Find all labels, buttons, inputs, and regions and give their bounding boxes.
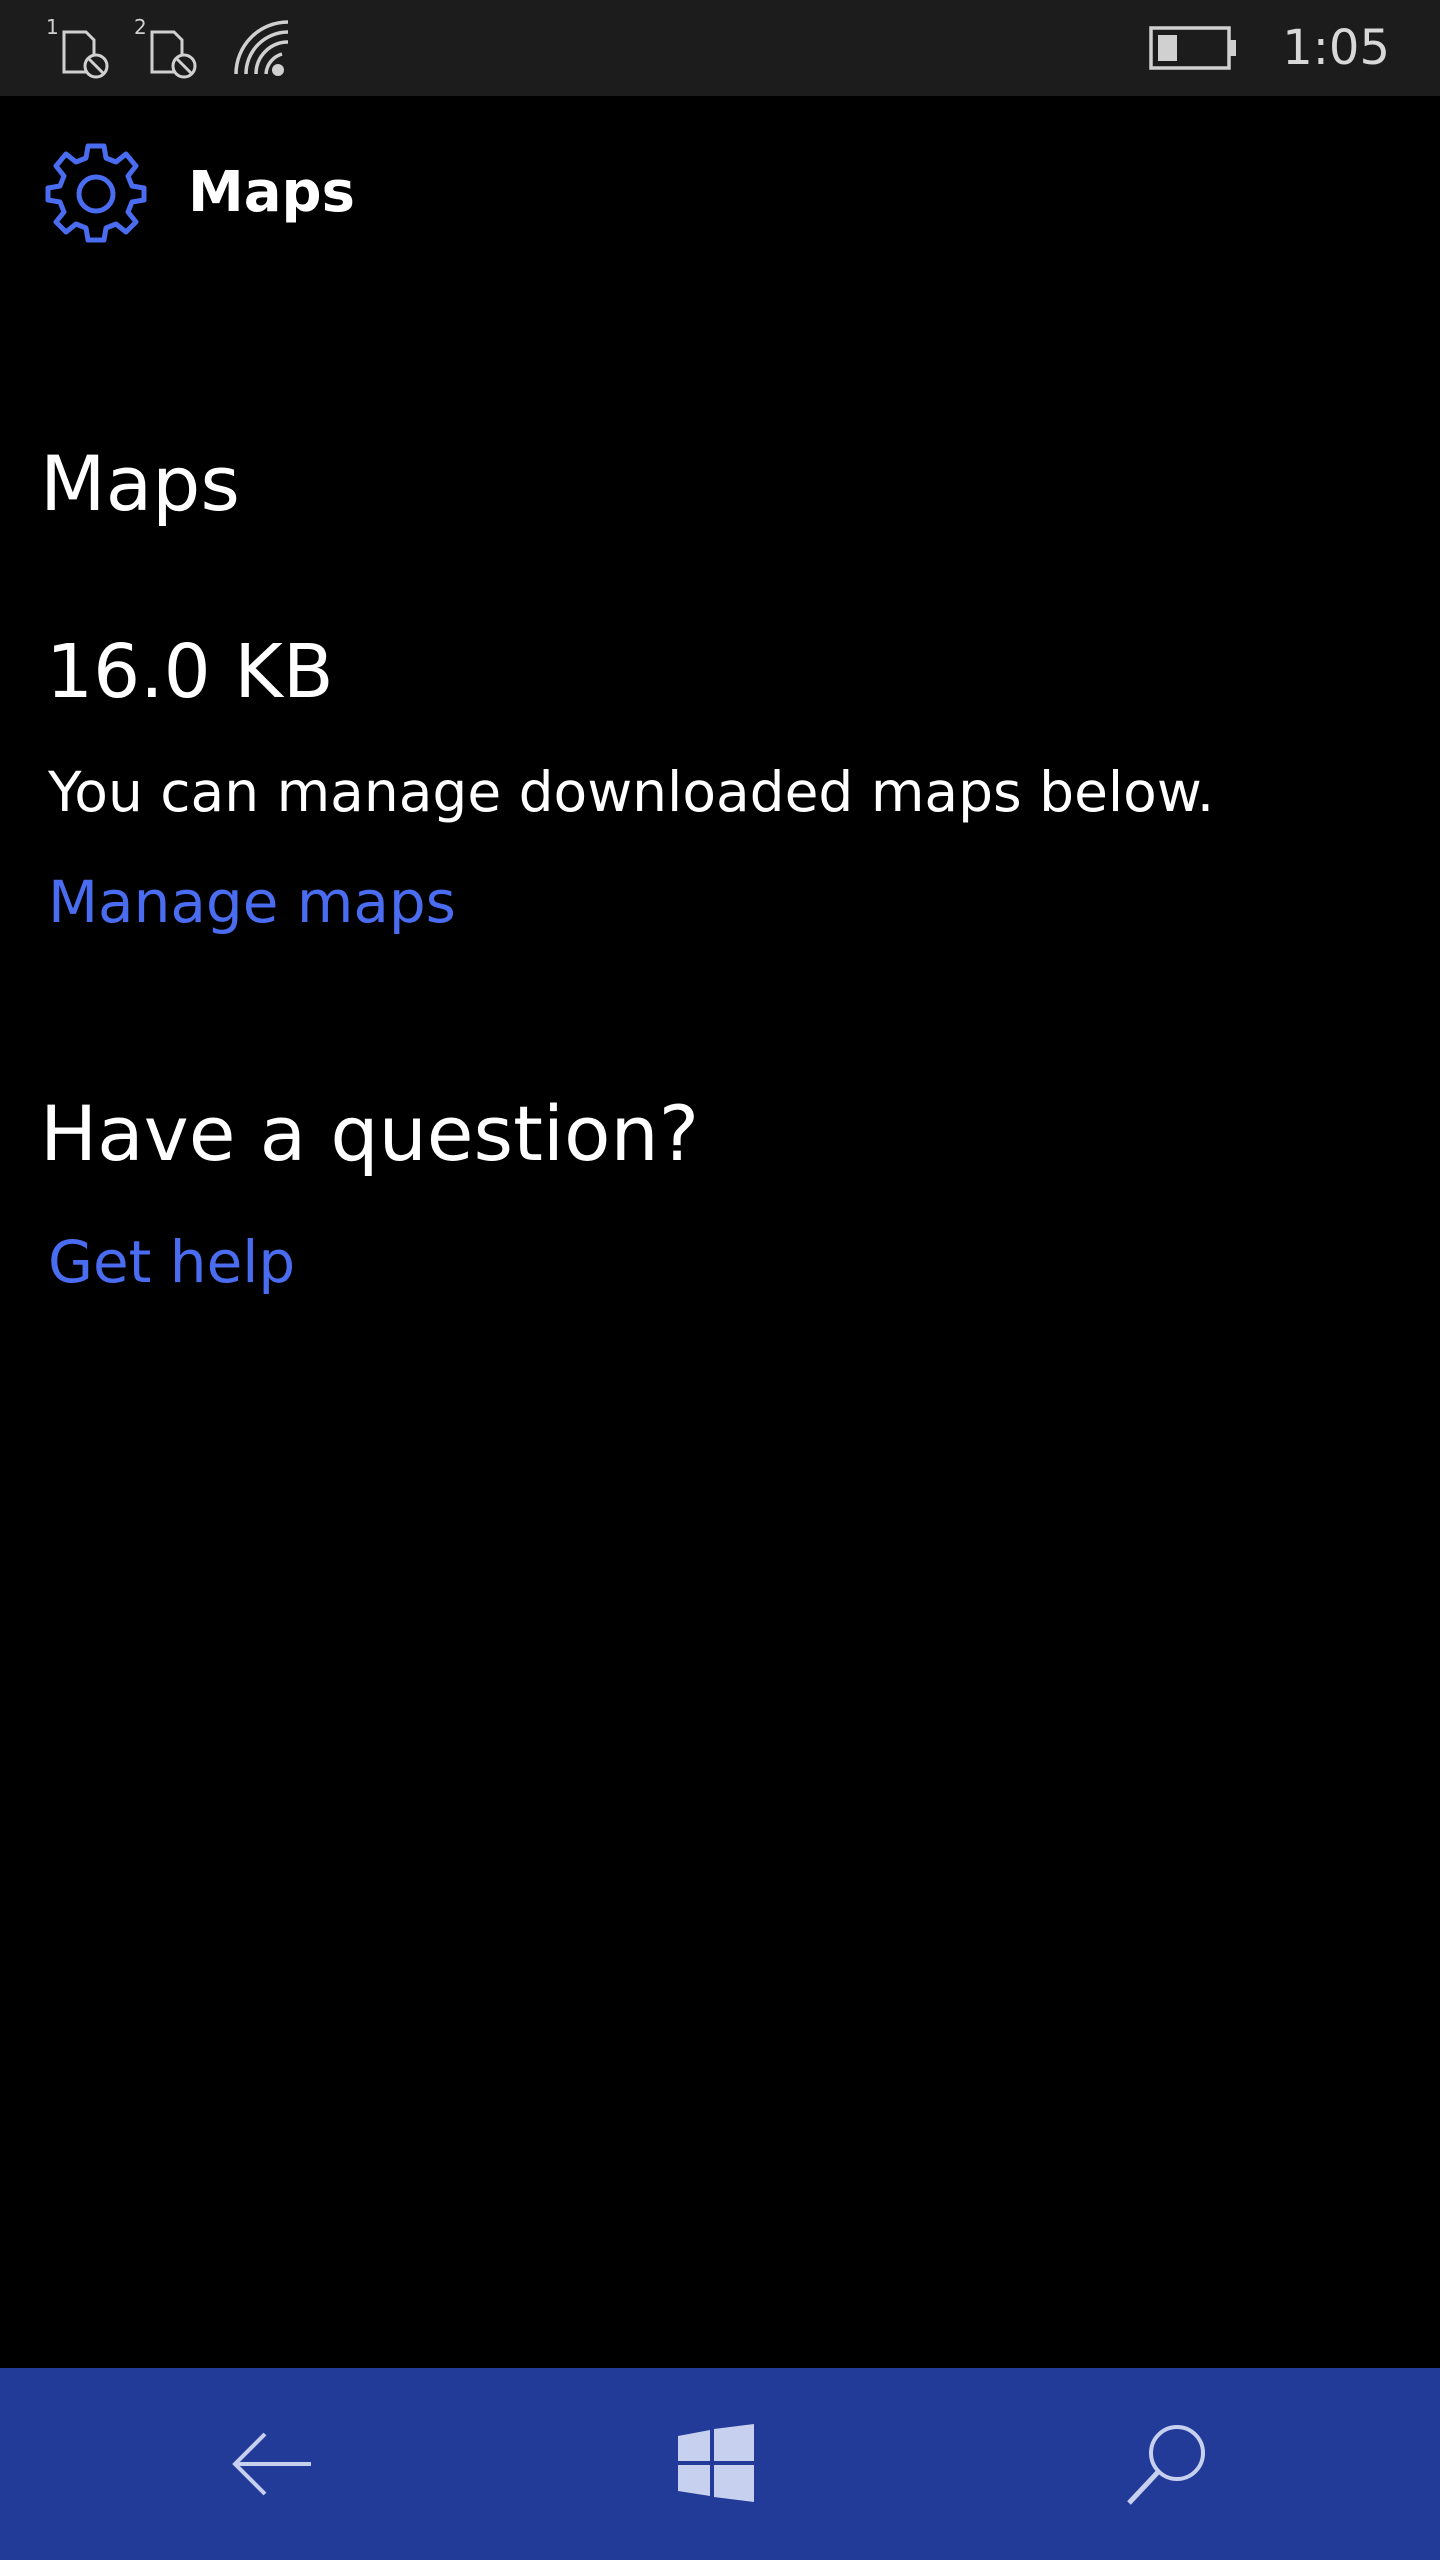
svg-text:1: 1	[46, 15, 59, 39]
battery-icon	[1148, 22, 1240, 74]
storage-size: 16.0 KB	[46, 629, 334, 715]
status-bar: 1 2 1:05	[0, 0, 1440, 96]
windows-icon	[678, 2424, 754, 2502]
sim2-no-service-icon: 2	[132, 14, 204, 82]
section-title: Maps	[40, 439, 240, 528]
windows-start-button[interactable]	[646, 2398, 786, 2530]
svg-text:2: 2	[134, 15, 147, 39]
back-button[interactable]	[202, 2398, 342, 2530]
status-clock: 1:05	[1282, 20, 1390, 76]
back-arrow-icon	[232, 2432, 311, 2496]
screen: 1 2 1:05 Maps Maps 16.0 KB You can manag…	[0, 0, 1440, 2560]
description-text: You can manage downloaded maps below.	[48, 760, 1215, 824]
page-header: Maps	[0, 96, 1440, 296]
navigation-bar	[0, 2368, 1440, 2560]
gear-icon	[44, 140, 148, 244]
header-title: Maps	[188, 160, 355, 225]
question-title: Have a question?	[40, 1089, 700, 1178]
wifi-icon	[230, 14, 296, 82]
search-icon	[1127, 2425, 1205, 2505]
search-button[interactable]	[1098, 2398, 1238, 2530]
manage-maps-link[interactable]: Manage maps	[48, 862, 456, 942]
sim1-no-service-icon: 1	[44, 14, 116, 82]
get-help-link[interactable]: Get help	[48, 1222, 295, 1302]
